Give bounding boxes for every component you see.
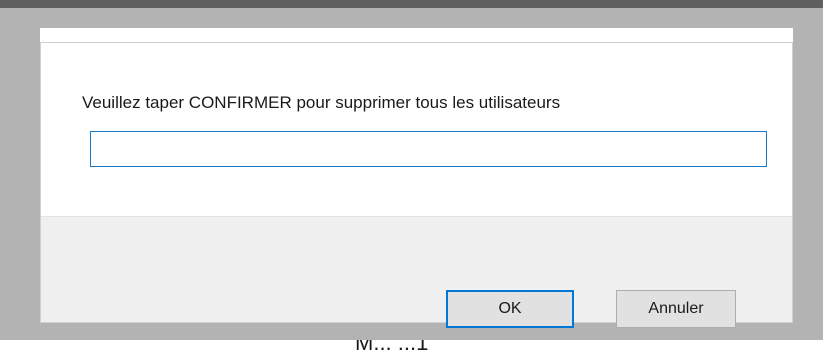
overlay [0, 8, 823, 28]
dialog-footer: OK Annuler [41, 216, 792, 328]
overlay [793, 28, 823, 340]
cancel-button[interactable]: Annuler [616, 290, 736, 328]
prompt-dialog: Veuillez taper CONFIRMER pour supprimer … [40, 42, 793, 328]
ok-button[interactable]: OK [446, 290, 574, 328]
overlay [0, 28, 40, 340]
top-bar [0, 0, 823, 8]
confirmation-input[interactable] [90, 131, 767, 167]
prompt-message: Veuillez taper CONFIRMER pour supprimer … [82, 93, 561, 112]
dialog-body: Veuillez taper CONFIRMER pour supprimer … [41, 43, 792, 216]
